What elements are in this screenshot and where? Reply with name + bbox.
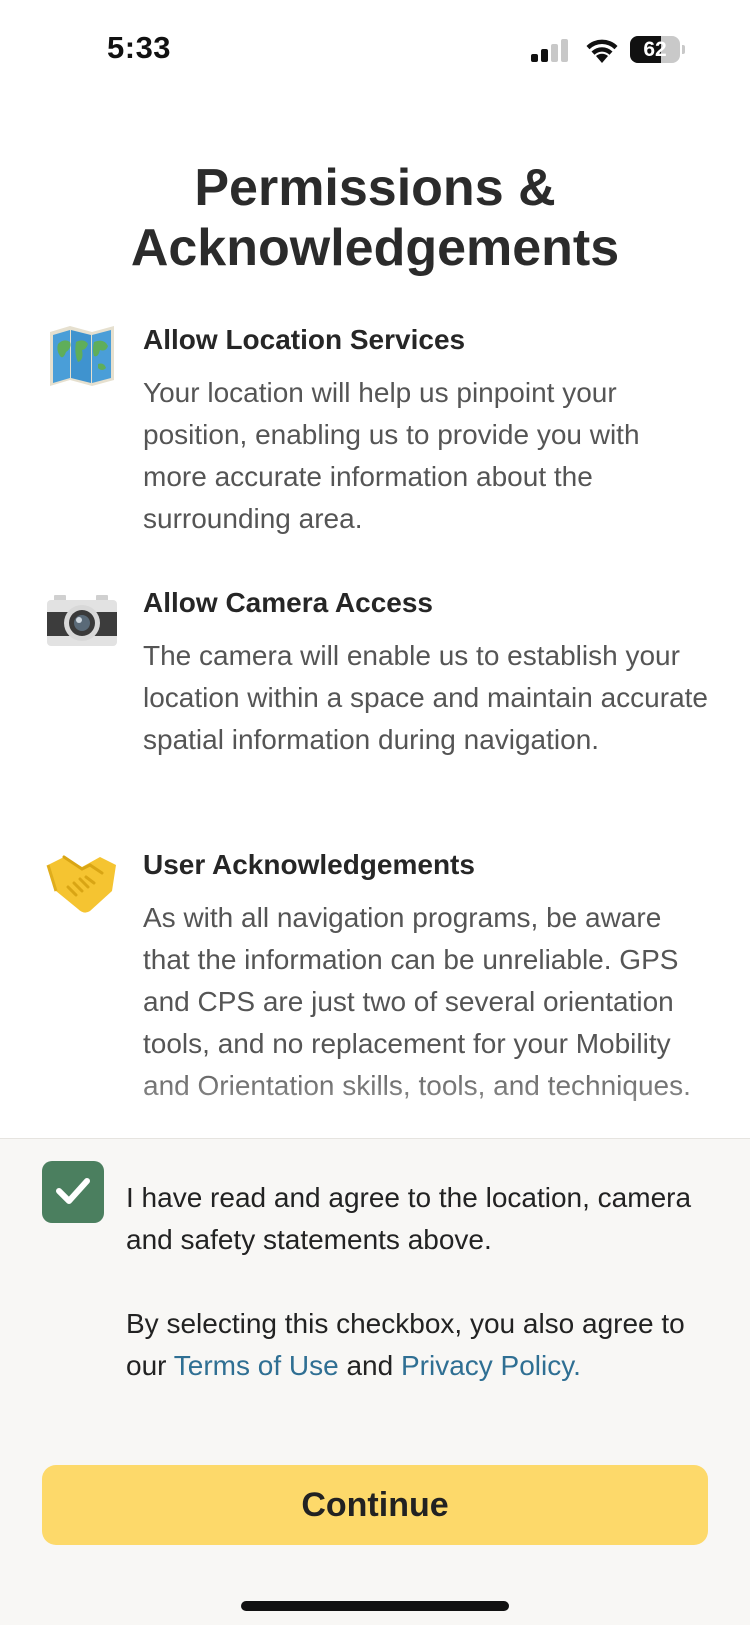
battery-level-text: 62 — [643, 38, 667, 61]
terms-of-use-link[interactable]: Terms of Use — [174, 1350, 339, 1381]
privacy-policy-link[interactable]: Privacy Policy. — [401, 1350, 581, 1381]
status-bar: 5:33 62 — [0, 0, 750, 100]
permission-heading: User Acknowledgements — [143, 849, 475, 880]
agreement-statement: I have read and agree to the location, c… — [126, 1182, 692, 1255]
camera-icon — [46, 585, 118, 657]
permissions-screen: 5:33 62 Permissions & Acknowledgements A… — [0, 0, 750, 1625]
checkmark-icon — [56, 1178, 90, 1204]
consent-text: By selecting this checkbox, you also agr… — [126, 1303, 706, 1387]
permission-description: As with all navigation programs, be awar… — [143, 902, 691, 1101]
cellular-signal-icon — [531, 38, 571, 62]
agree-checkbox[interactable] — [42, 1161, 104, 1223]
permission-heading: Allow Location Services — [143, 324, 466, 355]
home-indicator — [241, 1601, 509, 1611]
battery-icon: 62 — [630, 36, 685, 63]
continue-button[interactable]: Continue — [42, 1465, 708, 1545]
permission-description: The camera will enable us to establish y… — [143, 640, 709, 755]
wifi-icon — [583, 34, 621, 64]
permission-heading: Allow Camera Access — [143, 587, 433, 618]
permission-description: Your location will help us pinpoint your… — [143, 377, 640, 534]
status-time: 5:33 — [107, 30, 172, 65]
handshake-icon — [46, 847, 118, 919]
world-map-icon — [46, 322, 118, 394]
consent-and: and — [346, 1350, 394, 1381]
page-title: Permissions & Acknowledgements — [130, 159, 620, 277]
